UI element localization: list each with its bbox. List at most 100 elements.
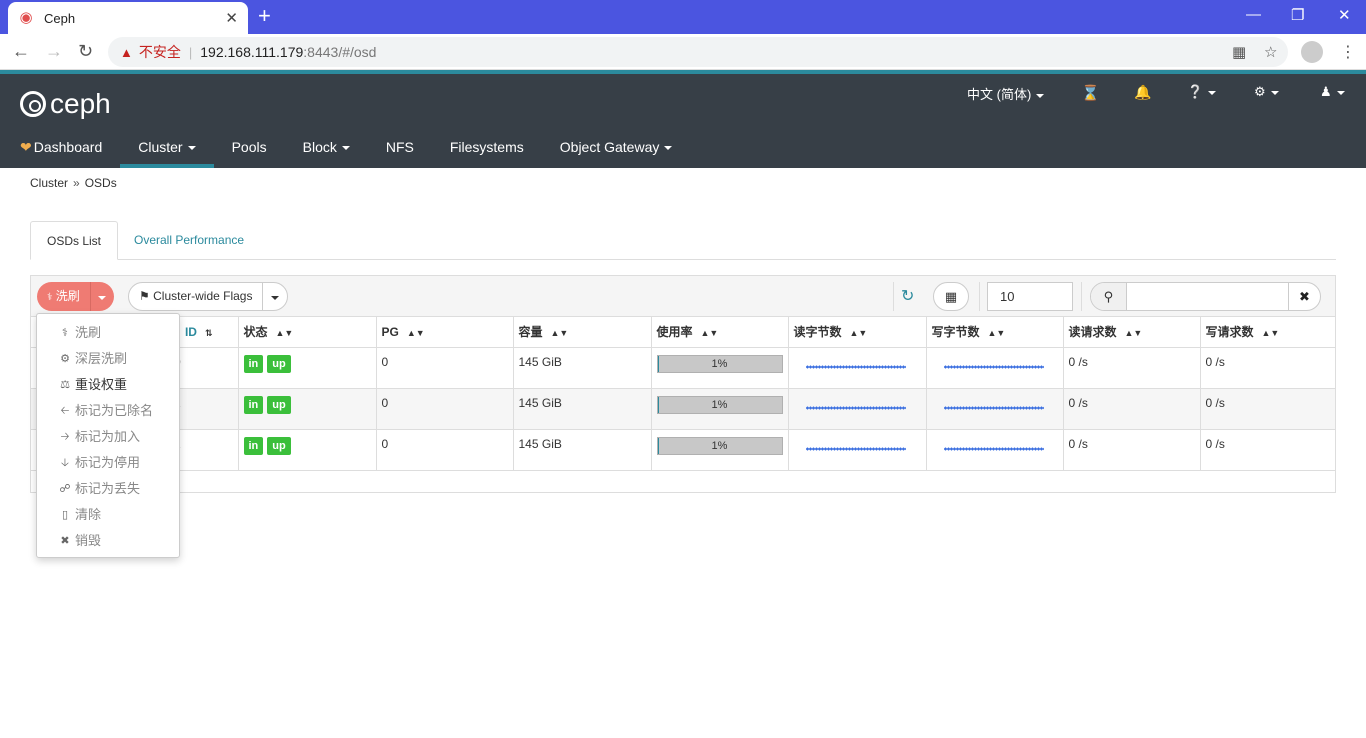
col-header-pg[interactable]: PG ▲▼ (376, 317, 514, 348)
toolbar-divider (893, 282, 894, 311)
minimize-icon[interactable]: — (1246, 6, 1261, 23)
table-row[interactable]: 1 inup 0 145 GiB 1% 0 /s 0 /s (31, 388, 1336, 430)
nav-pools[interactable]: Pools (214, 124, 285, 168)
url-host: 192.168.111.179 (200, 44, 304, 60)
breadcrumb-cluster[interactable]: Cluster (30, 176, 68, 190)
menu-item-scrub[interactable]: ⚕ 洗刷 (37, 320, 179, 346)
cluster-flags-dropdown-toggle[interactable] (263, 283, 287, 310)
usage-bar: 1% (656, 395, 783, 414)
status-badge-up: up (267, 395, 291, 414)
help-icon[interactable]: ❔ (1187, 84, 1217, 100)
menu-item-mark-out[interactable]: 🡠 标记为已除名 (37, 398, 179, 424)
settings-gear-icon[interactable]: ⚙ (1254, 84, 1279, 100)
col-header-read-bytes[interactable]: 读字节数 ▲▼ (788, 317, 927, 348)
usage-text: 1% (711, 357, 728, 370)
col-header-id-label: ID (184, 324, 197, 339)
page-tabs: OSDs List Overall Performance (30, 221, 1336, 260)
read-bytes-sparkline (805, 405, 906, 410)
browser-tab[interactable]: ◉ Ceph ✕ (8, 2, 248, 34)
search-icon: ⚲ (1091, 283, 1127, 310)
nav-cluster[interactable]: Cluster (120, 124, 214, 168)
table-row[interactable]: 0 inup 0 145 GiB 1% 0 /s 0 /s (31, 347, 1336, 389)
url-path: :8443/#/osd (303, 44, 377, 60)
scrub-dropdown-toggle[interactable] (89, 282, 114, 311)
profile-avatar[interactable] (1301, 41, 1323, 63)
nav-object-gateway[interactable]: Object Gateway (542, 124, 691, 168)
restore-icon[interactable]: ❐ (1291, 6, 1304, 24)
address-bar: ← → ↻ ▲ 不安全 | 192.168.111.179 :8443/#/os… (0, 34, 1366, 70)
menu-item-destroy[interactable]: ✖ 销毁 (37, 528, 179, 554)
table-columns-button[interactable]: ▦ (933, 282, 969, 311)
insecure-label: 不安全 (138, 44, 181, 60)
hourglass-icon[interactable]: ⌛ (1081, 84, 1100, 102)
nav-dashboard[interactable]: ❤ Dashboard (0, 124, 120, 168)
arrow-left-icon: 🡠 (60, 405, 70, 417)
menu-item-deep-scrub[interactable]: ⚙ 深层洗刷 (37, 346, 179, 372)
tab-overall-performance[interactable]: Overall Performance (118, 221, 260, 260)
menu-item-label: 重设权重 (75, 377, 128, 392)
window-close-icon[interactable]: ✕ (1338, 6, 1351, 24)
search-input[interactable] (1126, 283, 1288, 310)
read-bytes-sparkline (805, 364, 906, 369)
user-icon[interactable]: ♟ (1320, 84, 1345, 100)
col-header-write-bytes-label: 写字节数 (931, 325, 980, 340)
cell-status: in up (238, 388, 377, 430)
cluster-flags-button[interactable]: ⚑ Cluster-wide Flags (129, 283, 264, 310)
col-header-write-ops[interactable]: 写请求数 ▲▼ (1200, 317, 1336, 348)
url-field[interactable]: ▲ 不安全 | 192.168.111.179 :8443/#/osd (108, 37, 1288, 67)
cluster-flags-label: Cluster-wide Flags (153, 289, 253, 303)
cell-pg: 0 (376, 388, 514, 430)
browser-menu-icon[interactable]: ⋮ (1340, 42, 1356, 62)
col-header-status-label: 状态 (243, 325, 268, 340)
usage-bar: 1% (656, 354, 783, 373)
scrub-dropdown-menu: ⚕ 洗刷 ⚙ 深层洗刷 ⚖ 重设权重 🡠 标记为已除名 🡢 标记为加入 🡣 标记为停用 ☍ 标… (36, 313, 180, 558)
col-header-read-ops-label: 读请求数 (1068, 325, 1117, 340)
tab-close-icon[interactable]: ✕ (225, 9, 238, 27)
col-header-status[interactable]: 状态 ▲▼ (238, 317, 377, 348)
menu-item-label: 标记为已除名 (75, 403, 154, 418)
translate-icon[interactable]: ▦ (1232, 43, 1246, 61)
refresh-icon[interactable]: ↻ (901, 286, 914, 306)
sort-icon: ▲▼ (550, 328, 569, 339)
forward-icon[interactable]: → (45, 41, 63, 62)
cell-write-ops: 0 /s (1200, 429, 1336, 471)
breadcrumb-separator: » (73, 176, 80, 190)
ceph-logo[interactable]: ceph (20, 88, 111, 120)
sort-asc-icon: ⇅ (204, 327, 213, 338)
language-selector[interactable]: 中文 (简体) (967, 84, 1045, 103)
menu-item-reweight[interactable]: ⚖ 重设权重 (37, 372, 179, 398)
sort-icon: ▲▼ (700, 328, 719, 339)
sort-icon: ▲▼ (275, 328, 294, 339)
scrub-button[interactable]: ⚕ 洗刷 (37, 282, 90, 311)
nav-nfs[interactable]: NFS (368, 124, 432, 168)
sort-icon: ▲▼ (1124, 328, 1143, 339)
write-bytes-sparkline (943, 405, 1044, 410)
osd-table: ID ⇅ 状态 ▲▼ PG ▲▼ 容量 ▲▼ 使用率 ▲▼ 读字节数 ▲▼ 写字节数 ▲▼ 读… (31, 317, 1336, 471)
cell-read-ops: 0 /s (1063, 429, 1201, 471)
menu-item-mark-lost[interactable]: ☍ 标记为丢失 (37, 476, 179, 502)
bookmark-star-icon[interactable]: ☆ (1264, 43, 1277, 61)
col-header-write-bytes[interactable]: 写字节数 ▲▼ (926, 317, 1064, 348)
cell-read-ops: 0 /s (1063, 388, 1201, 430)
cell-write-bytes (926, 429, 1064, 471)
col-header-read-ops[interactable]: 读请求数 ▲▼ (1063, 317, 1201, 348)
cell-write-bytes (926, 388, 1064, 430)
page-size-input[interactable]: 10 (987, 282, 1073, 311)
menu-item-mark-in[interactable]: 🡢 标记为加入 (37, 424, 179, 450)
col-header-size[interactable]: 容量 ▲▼ (513, 317, 652, 348)
nav-block[interactable]: Block (285, 124, 368, 168)
menu-item-purge[interactable]: ▯ 清除 (37, 502, 179, 528)
new-tab-icon[interactable]: + (258, 5, 271, 27)
reload-icon[interactable]: ↻ (78, 41, 93, 62)
clear-search-icon[interactable]: ✖ (1287, 283, 1320, 310)
menu-item-mark-down[interactable]: 🡣 标记为停用 (37, 450, 179, 476)
bell-icon[interactable]: 🔔 (1134, 84, 1151, 101)
cell-status: in up (238, 347, 377, 389)
usage-bar-fill (657, 355, 659, 372)
table-row[interactable]: 2 inup 0 145 GiB 1% 0 /s 0 /s (31, 429, 1336, 471)
sort-icon: ▲▼ (1261, 328, 1280, 339)
back-icon[interactable]: ← (12, 41, 30, 62)
nav-filesystems[interactable]: Filesystems (432, 124, 542, 168)
col-header-usage[interactable]: 使用率 ▲▼ (651, 317, 789, 348)
tab-osds-list[interactable]: OSDs List (30, 221, 119, 260)
